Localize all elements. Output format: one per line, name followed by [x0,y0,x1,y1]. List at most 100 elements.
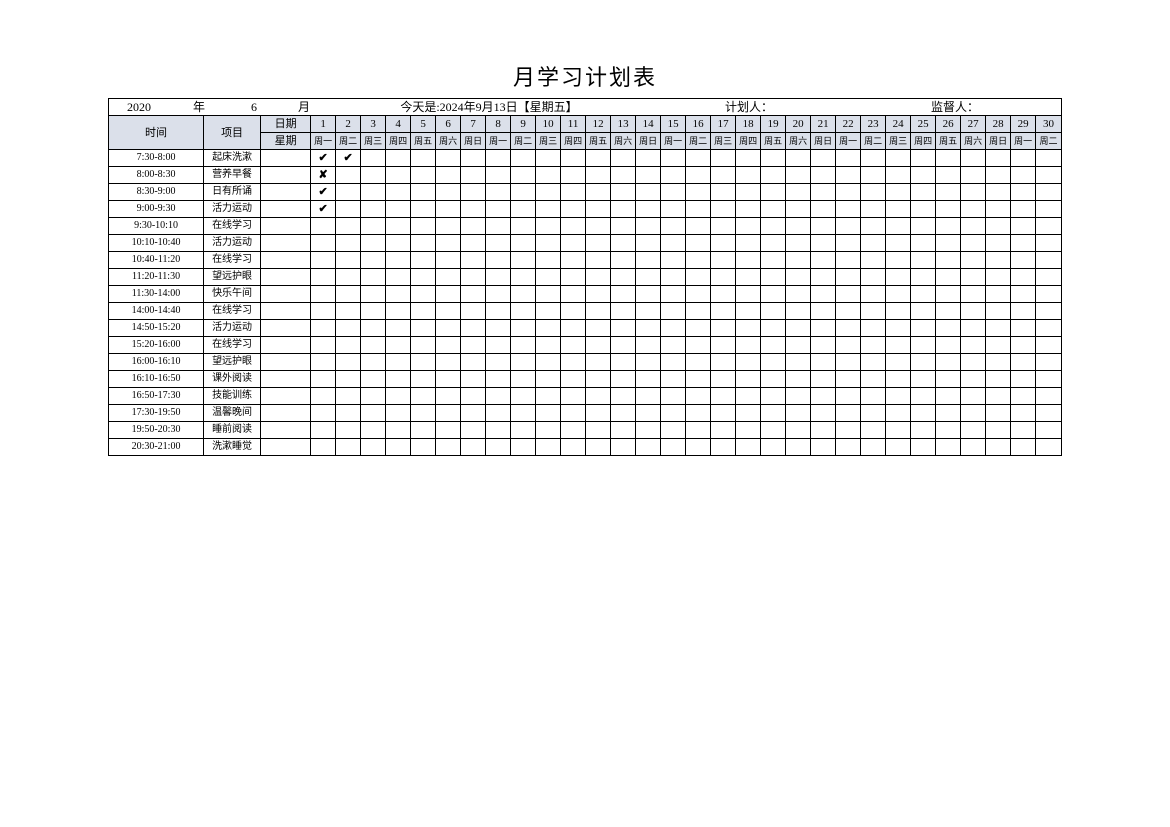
mark-cell[interactable] [386,320,411,337]
mark-cell[interactable] [511,388,536,405]
mark-cell[interactable] [1011,218,1036,235]
mark-cell[interactable] [411,320,436,337]
mark-cell[interactable] [686,303,711,320]
mark-cell[interactable] [911,388,936,405]
mark-cell[interactable] [686,184,711,201]
mark-cell[interactable] [786,371,811,388]
mark-cell[interactable] [986,354,1011,371]
mark-cell[interactable] [1036,337,1062,354]
mark-cell[interactable] [886,286,911,303]
mark-cell[interactable] [661,320,686,337]
mark-cell[interactable] [736,354,761,371]
mark-cell[interactable] [961,388,986,405]
mark-cell[interactable] [561,337,586,354]
mark-cell[interactable] [836,337,861,354]
mark-cell[interactable] [736,235,761,252]
mark-cell[interactable] [486,235,511,252]
mark-cell[interactable] [611,371,636,388]
mark-cell[interactable] [561,218,586,235]
mark-cell[interactable] [486,150,511,167]
mark-cell[interactable] [961,218,986,235]
mark-cell[interactable] [711,422,736,439]
mark-cell[interactable] [936,303,961,320]
mark-cell[interactable] [436,388,461,405]
mark-cell[interactable] [461,218,486,235]
mark-cell[interactable] [661,269,686,286]
mark-cell[interactable] [886,320,911,337]
mark-cell[interactable] [886,150,911,167]
mark-cell[interactable] [936,235,961,252]
mark-cell[interactable] [386,371,411,388]
mark-cell[interactable] [836,201,861,218]
mark-cell[interactable] [686,337,711,354]
mark-cell[interactable] [561,371,586,388]
mark-cell[interactable] [336,201,361,218]
mark-cell[interactable] [486,167,511,184]
mark-cell[interactable] [461,337,486,354]
mark-cell[interactable] [411,269,436,286]
mark-cell[interactable] [761,371,786,388]
mark-cell[interactable] [686,218,711,235]
mark-cell[interactable] [836,218,861,235]
mark-cell[interactable] [361,371,386,388]
mark-cell[interactable] [761,218,786,235]
mark-cell[interactable] [486,303,511,320]
mark-cell[interactable] [1036,439,1062,456]
mark-cell[interactable] [336,218,361,235]
mark-cell[interactable] [636,371,661,388]
mark-cell[interactable] [861,388,886,405]
mark-cell[interactable] [1036,286,1062,303]
mark-cell[interactable] [811,371,836,388]
mark-cell[interactable] [611,218,636,235]
mark-cell[interactable] [986,439,1011,456]
mark-cell[interactable] [486,320,511,337]
mark-cell[interactable] [986,218,1011,235]
mark-cell[interactable] [486,201,511,218]
mark-cell[interactable] [911,201,936,218]
mark-cell[interactable] [711,286,736,303]
mark-cell[interactable] [686,371,711,388]
mark-cell[interactable] [561,201,586,218]
mark-cell[interactable] [436,184,461,201]
mark-cell[interactable] [836,150,861,167]
mark-cell[interactable] [961,354,986,371]
mark-cell[interactable] [1036,303,1062,320]
mark-cell[interactable] [536,218,561,235]
mark-cell[interactable] [711,371,736,388]
mark-cell[interactable] [911,184,936,201]
mark-cell[interactable] [961,371,986,388]
mark-cell[interactable] [1011,337,1036,354]
mark-cell[interactable] [611,303,636,320]
mark-cell[interactable] [886,405,911,422]
mark-cell[interactable] [836,184,861,201]
mark-cell[interactable] [561,252,586,269]
mark-cell[interactable] [486,405,511,422]
mark-cell[interactable] [861,439,886,456]
mark-cell[interactable] [861,320,886,337]
mark-cell[interactable] [686,439,711,456]
mark-cell[interactable] [761,303,786,320]
mark-cell[interactable] [336,371,361,388]
mark-cell[interactable] [911,439,936,456]
mark-cell[interactable] [536,167,561,184]
mark-cell[interactable] [486,286,511,303]
mark-cell[interactable] [661,201,686,218]
mark-cell[interactable] [461,354,486,371]
mark-cell[interactable] [536,150,561,167]
mark-cell[interactable] [1011,167,1036,184]
mark-cell[interactable] [761,354,786,371]
mark-cell[interactable] [986,252,1011,269]
mark-cell[interactable] [436,405,461,422]
mark-cell[interactable] [811,303,836,320]
mark-cell[interactable] [311,252,336,269]
mark-cell[interactable] [686,201,711,218]
mark-cell[interactable] [1036,184,1062,201]
mark-cell[interactable] [836,388,861,405]
mark-cell[interactable] [586,218,611,235]
mark-cell[interactable] [536,201,561,218]
mark-cell[interactable] [486,371,511,388]
mark-cell[interactable] [386,218,411,235]
mark-cell[interactable] [436,269,461,286]
mark-cell[interactable] [811,388,836,405]
mark-cell[interactable] [511,150,536,167]
